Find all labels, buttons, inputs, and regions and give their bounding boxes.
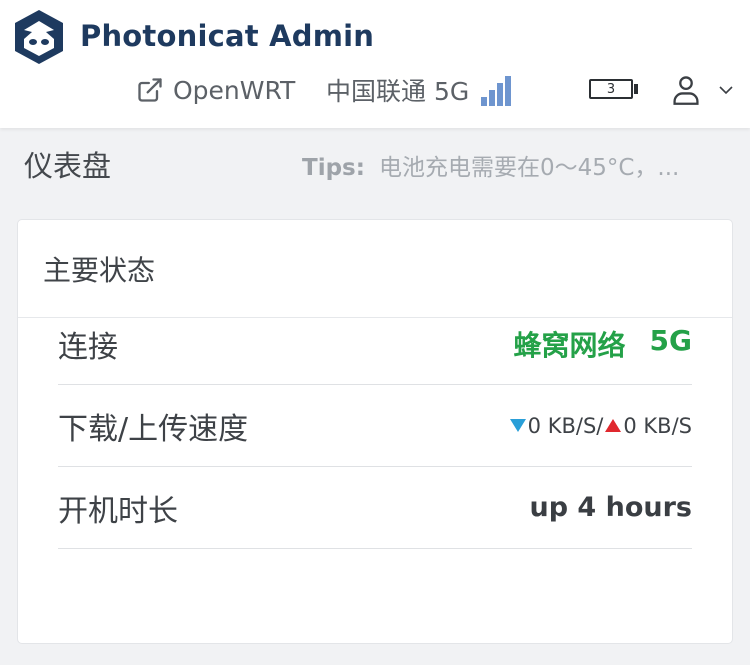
toolbar: OpenWRT 中国联通 5G 3 — [0, 70, 750, 110]
brand-title: Photonicat Admin — [80, 19, 375, 53]
openwrt-link[interactable]: OpenWRT — [136, 70, 295, 110]
signal-bar — [505, 76, 512, 106]
user-icon — [673, 76, 699, 105]
battery-tip — [634, 84, 638, 94]
tips-message: 电池充电需要在0～45°C，... — [378, 155, 680, 181]
speed-label: 下载/上传速度 — [58, 411, 249, 447]
openwrt-label: OpenWRT — [173, 75, 296, 105]
cat-logo-icon[interactable] — [14, 9, 64, 65]
tips-text: Tips: 电池充电需要在0～45°C，... — [302, 148, 679, 182]
signal-bar — [481, 97, 488, 106]
upload-arrow-icon — [605, 419, 622, 432]
chevron-down-icon — [719, 86, 733, 95]
page-title: 仪表盘 — [24, 149, 112, 183]
uptime-label: 开机时长 — [58, 493, 178, 529]
status-row-uptime: 开机时长 up 4 hours — [58, 467, 692, 549]
carrier-name: 中国联通 5G — [326, 77, 470, 106]
battery-level: 3 — [589, 79, 633, 99]
network-type: 蜂窝网络 — [513, 328, 626, 362]
status-row-speed: 下载/上传速度 0 KB/S/ 0 KB/S — [58, 385, 692, 467]
tips-label: Tips: — [302, 155, 365, 181]
status-card: 主要状态 连接 蜂窝网络 5G 下载/上传速度 0 KB/S/ 0 KB/S 开… — [17, 219, 733, 644]
uptime-value: up 4 hours — [529, 492, 692, 523]
signal-bar — [489, 90, 496, 106]
download-speed: 0 KB/S/ — [527, 413, 604, 438]
status-rows: 连接 蜂窝网络 5G 下载/上传速度 0 KB/S/ 0 KB/S 开机时长 u… — [58, 324, 692, 549]
connection-value: 蜂窝网络 5G — [514, 324, 692, 364]
carrier-status: 中国联通 5G — [326, 70, 515, 110]
network-generation: 5G — [649, 323, 692, 357]
user-menu[interactable] — [672, 70, 734, 110]
speed-value: 0 KB/S/ 0 KB/S — [509, 413, 692, 438]
download-arrow-icon — [509, 419, 526, 432]
top-header: Photonicat Admin OpenWRT 中国联通 5G 3 — [0, 0, 750, 128]
signal-bar — [497, 83, 504, 106]
external-link-icon — [138, 78, 162, 102]
connection-label: 连接 — [58, 329, 118, 365]
battery-icon: 3 — [589, 78, 639, 100]
signal-bars-icon — [481, 74, 515, 106]
upload-speed: 0 KB/S — [623, 413, 692, 438]
status-row-connection: 连接 蜂窝网络 5G — [58, 303, 692, 385]
